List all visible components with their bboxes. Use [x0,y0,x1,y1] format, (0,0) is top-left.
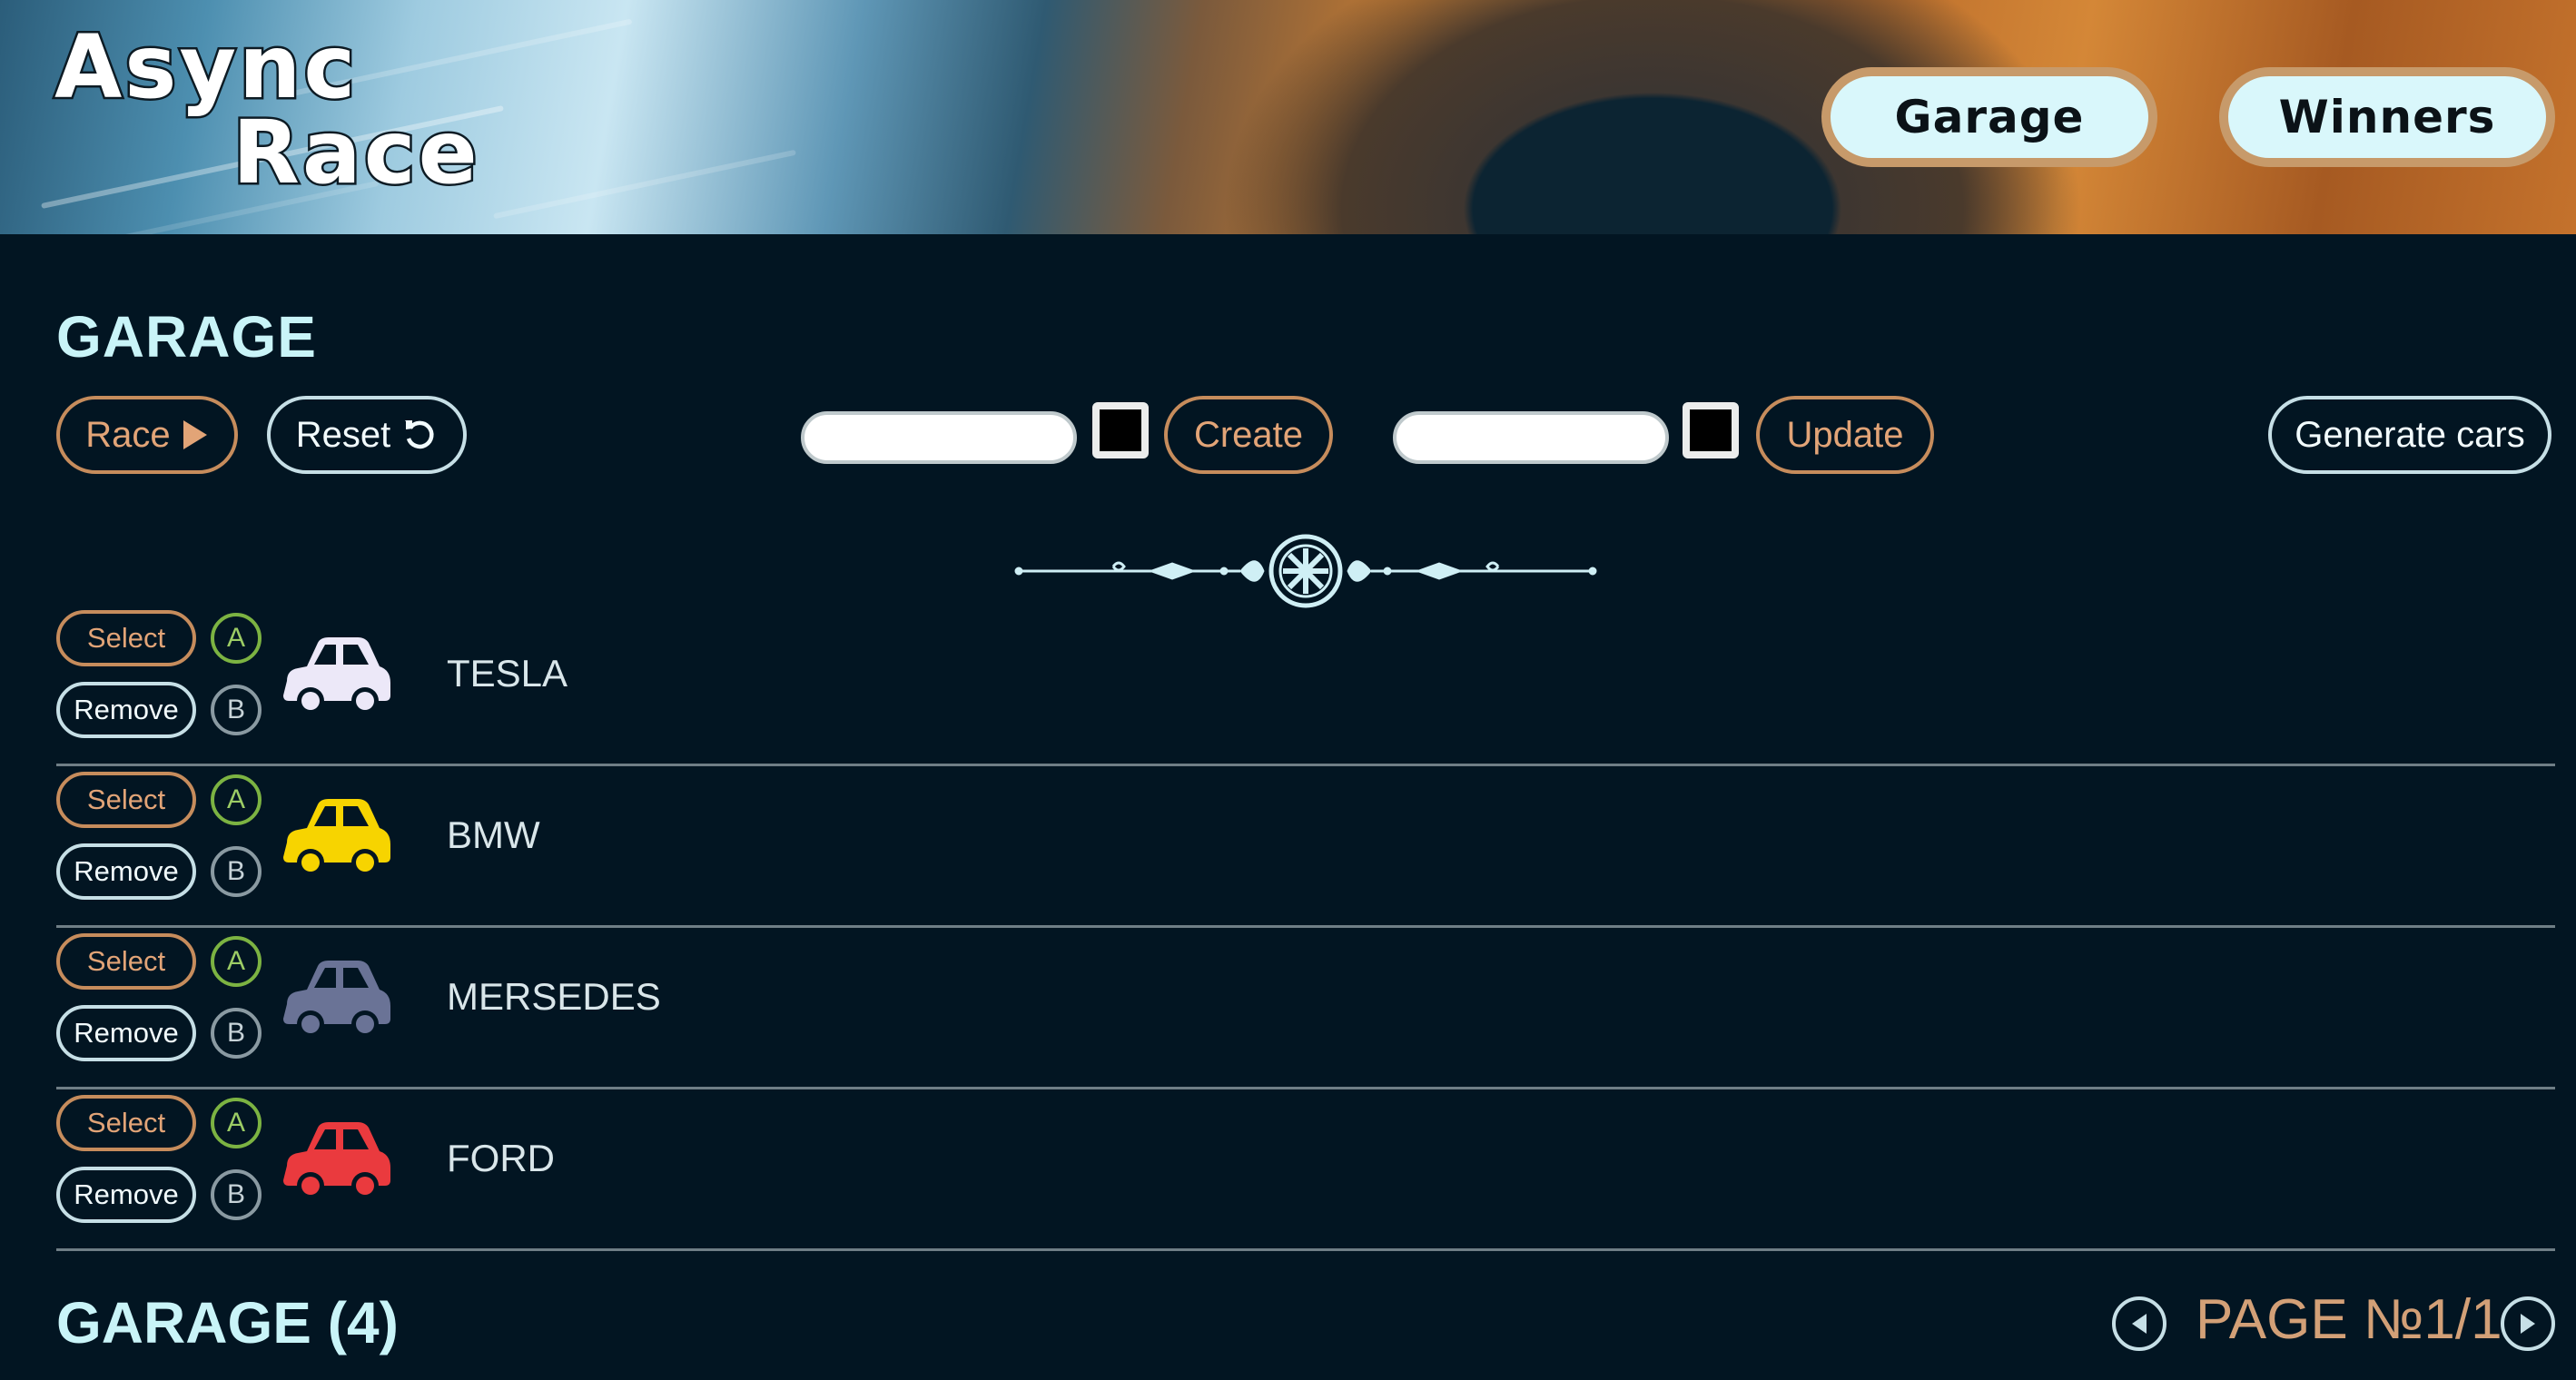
page-title: GARAGE [56,304,317,370]
page-indicator: PAGE №1/1 [2196,1288,2502,1351]
car-icon [283,1122,390,1199]
remove-car-button[interactable]: Remove [56,1167,196,1223]
select-car-button[interactable]: Select [56,1095,196,1151]
car-row: Select Remove A B FORD [56,1089,2555,1251]
start-engine-button[interactable]: A [211,936,262,987]
create-name-input[interactable] [801,411,1077,464]
play-icon [183,420,207,449]
generate-cars-button[interactable]: Generate cars [2268,396,2551,474]
car-name: MERSEDES [447,975,661,1018]
prev-arrow-icon [2132,1314,2147,1334]
race-button[interactable]: Race [56,396,238,474]
stop-engine-button[interactable]: B [211,846,262,897]
car-name: BMW [447,813,540,856]
update-color-picker[interactable] [1683,402,1739,458]
stop-engine-button[interactable]: B [211,1169,262,1220]
update-name-input[interactable] [1393,411,1669,464]
car-name: FORD [447,1137,555,1179]
car-row: Select Remove A B TESLA [56,605,2555,766]
garage-nav-button[interactable]: Garage [1821,67,2157,167]
row-divider [56,1248,2555,1251]
car-row: Select Remove A B BMW [56,766,2555,928]
reset-label: Reset [295,414,391,455]
remove-car-button[interactable]: Remove [56,843,196,900]
reset-arrow-icon [405,420,434,449]
logo-line-2: Race [231,102,480,203]
select-car-button[interactable]: Select [56,772,196,828]
stop-engine-button[interactable]: B [211,685,262,735]
stop-engine-button[interactable]: B [211,1008,262,1059]
update-button[interactable]: Update [1756,396,1934,474]
select-car-button[interactable]: Select [56,610,196,666]
create-button[interactable]: Create [1164,396,1333,474]
create-color-picker[interactable] [1092,402,1149,458]
start-engine-button[interactable]: A [211,613,262,664]
next-arrow-icon [2521,1314,2535,1334]
winners-nav-button[interactable]: Winners [2219,67,2555,167]
garage-count: GARAGE (4) [56,1290,399,1355]
remove-car-button[interactable]: Remove [56,682,196,738]
race-label: Race [85,414,171,455]
car-name: TESLA [447,652,568,695]
car-icon [283,961,390,1038]
remove-car-button[interactable]: Remove [56,1005,196,1061]
car-row: Select Remove A B MERSEDES [56,928,2555,1089]
reset-button[interactable]: Reset [267,396,467,474]
header-banner: Async Race Garage Winners [0,0,2576,234]
car-icon [283,799,390,876]
prev-page-button[interactable] [2112,1296,2166,1351]
select-car-button[interactable]: Select [56,933,196,990]
start-engine-button[interactable]: A [211,774,262,825]
next-page-button[interactable] [2501,1296,2555,1351]
car-icon [283,637,390,715]
wheel-ornament-divider [1014,534,1597,608]
app-logo: Async Race [52,22,480,203]
start-engine-button[interactable]: A [211,1098,262,1148]
